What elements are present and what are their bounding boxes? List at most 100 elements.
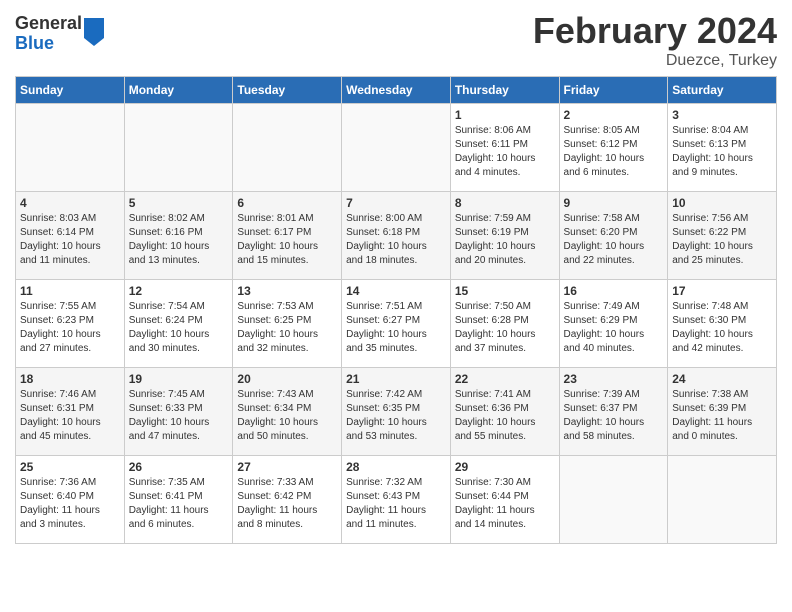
calendar-cell: 10 Sunrise: 7:56 AM Sunset: 6:22 PM Dayli… [668,192,777,280]
logo-general-text: General [15,14,82,34]
day-info: Sunrise: 8:03 AM Sunset: 6:14 PM Dayligh… [20,212,120,268]
day-number: 23 [564,372,664,386]
calendar-cell: 7 Sunrise: 8:00 AM Sunset: 6:18 PM Daylig… [342,192,451,280]
page-header: General Blue February 2024 Duezce, Turke… [15,10,777,70]
day-info: Sunrise: 7:54 AM Sunset: 6:24 PM Dayligh… [129,300,229,356]
weekday-header-thursday: Thursday [450,77,559,104]
day-info: Sunrise: 7:43 AM Sunset: 6:34 PM Dayligh… [237,388,337,444]
day-number: 28 [346,460,446,474]
day-number: 12 [129,284,229,298]
logo: General Blue [15,14,104,54]
calendar-cell: 14 Sunrise: 7:51 AM Sunset: 6:27 PM Dayli… [342,280,451,368]
day-info: Sunrise: 7:41 AM Sunset: 6:36 PM Dayligh… [455,388,555,444]
weekday-header-wednesday: Wednesday [342,77,451,104]
calendar-cell: 28 Sunrise: 7:32 AM Sunset: 6:43 PM Dayli… [342,456,451,544]
calendar-week-row: 18 Sunrise: 7:46 AM Sunset: 6:31 PM Dayli… [16,368,777,456]
calendar-cell: 20 Sunrise: 7:43 AM Sunset: 6:34 PM Dayli… [233,368,342,456]
calendar-cell: 29 Sunrise: 7:30 AM Sunset: 6:44 PM Dayli… [450,456,559,544]
calendar-cell [559,456,668,544]
calendar-cell [16,104,125,192]
calendar-cell [342,104,451,192]
calendar-week-row: 1 Sunrise: 8:06 AM Sunset: 6:11 PM Daylig… [16,104,777,192]
day-info: Sunrise: 7:46 AM Sunset: 6:31 PM Dayligh… [20,388,120,444]
day-number: 19 [129,372,229,386]
calendar-cell: 4 Sunrise: 8:03 AM Sunset: 6:14 PM Daylig… [16,192,125,280]
weekday-header-saturday: Saturday [668,77,777,104]
calendar-cell: 27Sunrise: 7:33 AM Sunset: 6:42 PM Dayli… [233,456,342,544]
logo-blue-text: Blue [15,34,82,54]
day-info: Sunrise: 7:35 AM Sunset: 6:41 PM Dayligh… [129,476,229,532]
day-info: Sunrise: 7:38 AM Sunset: 6:39 PM Dayligh… [672,388,772,444]
weekday-header-sunday: Sunday [16,77,125,104]
calendar-cell: 17 Sunrise: 7:48 AM Sunset: 6:30 PM Dayli… [668,280,777,368]
day-info: Sunrise: 7:59 AM Sunset: 6:19 PM Dayligh… [455,212,555,268]
day-info: Sunrise: 8:02 AM Sunset: 6:16 PM Dayligh… [129,212,229,268]
calendar-cell: 15 Sunrise: 7:50 AM Sunset: 6:28 PM Dayli… [450,280,559,368]
day-number: 20 [237,372,337,386]
day-number: 3 [672,108,772,122]
month-title: February 2024 [533,10,777,52]
day-info: Sunrise: 7:32 AM Sunset: 6:43 PM Dayligh… [346,476,446,532]
calendar-cell: 13 Sunrise: 7:53 AM Sunset: 6:25 PM Dayli… [233,280,342,368]
day-number: 5 [129,196,229,210]
day-info: Sunrise: 7:55 AM Sunset: 6:23 PM Dayligh… [20,300,120,356]
day-number: 13 [237,284,337,298]
calendar-cell: 25 Sunrise: 7:36 AM Sunset: 6:40 PM Dayli… [16,456,125,544]
calendar-cell: 19 Sunrise: 7:45 AM Sunset: 6:33 PM Dayli… [124,368,233,456]
day-number: 17 [672,284,772,298]
day-info: Sunrise: 7:30 AM Sunset: 6:44 PM Dayligh… [455,476,555,532]
calendar-header: SundayMondayTuesdayWednesdayThursdayFrid… [16,77,777,104]
day-number: 9 [564,196,664,210]
weekday-header-friday: Friday [559,77,668,104]
day-info: Sunrise: 7:42 AM Sunset: 6:35 PM Dayligh… [346,388,446,444]
calendar-body: 1 Sunrise: 8:06 AM Sunset: 6:11 PM Daylig… [16,104,777,544]
day-info: Sunrise: 7:45 AM Sunset: 6:33 PM Dayligh… [129,388,229,444]
calendar-cell: 18 Sunrise: 7:46 AM Sunset: 6:31 PM Dayli… [16,368,125,456]
day-number: 4 [20,196,120,210]
calendar-cell: 3Sunrise: 8:04 AM Sunset: 6:13 PM Daylig… [668,104,777,192]
day-number: 1 [455,108,555,122]
calendar-cell: 22 Sunrise: 7:41 AM Sunset: 6:36 PM Dayli… [450,368,559,456]
calendar-cell: 21 Sunrise: 7:42 AM Sunset: 6:35 PM Dayli… [342,368,451,456]
weekday-header-row: SundayMondayTuesdayWednesdayThursdayFrid… [16,77,777,104]
day-info: Sunrise: 8:00 AM Sunset: 6:18 PM Dayligh… [346,212,446,268]
day-number: 22 [455,372,555,386]
day-number: 7 [346,196,446,210]
day-number: 16 [564,284,664,298]
day-info: Sunrise: 7:51 AM Sunset: 6:27 PM Dayligh… [346,300,446,356]
location-text: Duezce, Turkey [533,52,777,70]
calendar-cell [233,104,342,192]
day-info: Sunrise: 7:53 AM Sunset: 6:25 PM Dayligh… [237,300,337,356]
day-info: Sunrise: 7:33 AM Sunset: 6:42 PM Dayligh… [237,476,337,532]
calendar-cell: 23Sunrise: 7:39 AM Sunset: 6:37 PM Dayli… [559,368,668,456]
calendar-cell: 2Sunrise: 8:05 AM Sunset: 6:12 PM Daylig… [559,104,668,192]
day-info: Sunrise: 7:50 AM Sunset: 6:28 PM Dayligh… [455,300,555,356]
day-number: 10 [672,196,772,210]
day-info: Sunrise: 7:49 AM Sunset: 6:29 PM Dayligh… [564,300,664,356]
weekday-header-tuesday: Tuesday [233,77,342,104]
day-info: Sunrise: 8:01 AM Sunset: 6:17 PM Dayligh… [237,212,337,268]
day-number: 29 [455,460,555,474]
calendar-cell: 24 Sunrise: 7:38 AM Sunset: 6:39 PM Dayli… [668,368,777,456]
day-number: 2 [564,108,664,122]
calendar-table: SundayMondayTuesdayWednesdayThursdayFrid… [15,76,777,544]
day-info: Sunrise: 7:56 AM Sunset: 6:22 PM Dayligh… [672,212,772,268]
day-number: 11 [20,284,120,298]
day-number: 24 [672,372,772,386]
day-number: 18 [20,372,120,386]
calendar-cell [124,104,233,192]
day-number: 21 [346,372,446,386]
calendar-cell: 5 Sunrise: 8:02 AM Sunset: 6:16 PM Daylig… [124,192,233,280]
day-number: 14 [346,284,446,298]
day-info: Sunrise: 7:48 AM Sunset: 6:30 PM Dayligh… [672,300,772,356]
day-info: Sunrise: 7:36 AM Sunset: 6:40 PM Dayligh… [20,476,120,532]
day-info: Sunrise: 7:58 AM Sunset: 6:20 PM Dayligh… [564,212,664,268]
calendar-cell: 16 Sunrise: 7:49 AM Sunset: 6:29 PM Dayli… [559,280,668,368]
day-number: 25 [20,460,120,474]
day-number: 15 [455,284,555,298]
calendar-week-row: 25 Sunrise: 7:36 AM Sunset: 6:40 PM Dayli… [16,456,777,544]
calendar-cell: 9 Sunrise: 7:58 AM Sunset: 6:20 PM Daylig… [559,192,668,280]
title-area: February 2024 Duezce, Turkey [533,10,777,70]
calendar-cell: 6Sunrise: 8:01 AM Sunset: 6:17 PM Daylig… [233,192,342,280]
day-info: Sunrise: 8:06 AM Sunset: 6:11 PM Dayligh… [455,124,555,180]
